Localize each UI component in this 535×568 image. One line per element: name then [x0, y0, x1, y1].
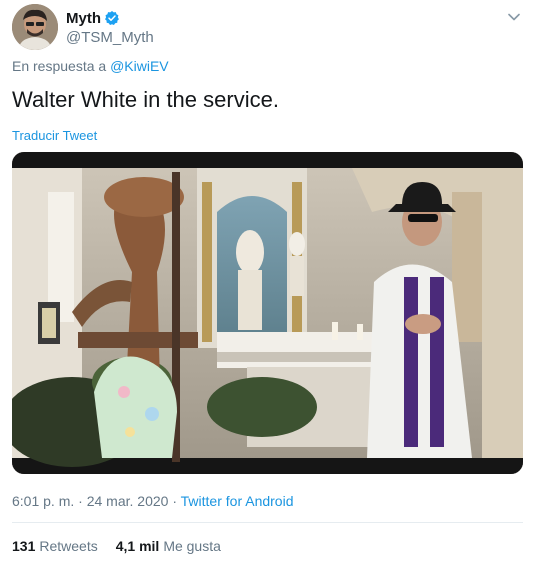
- retweets-label: Retweets: [39, 538, 98, 554]
- tweet-date[interactable]: 24 mar. 2020: [87, 493, 169, 509]
- translate-tweet-link[interactable]: Traducir Tweet: [12, 128, 97, 143]
- user-names: Myth @TSM_Myth: [66, 8, 154, 47]
- display-name[interactable]: Myth: [66, 10, 101, 27]
- avatar[interactable]: [12, 4, 58, 50]
- tweet-stats: 131 Retweets 4,1 mil Me gusta: [12, 538, 239, 554]
- video-frame: [12, 152, 523, 474]
- retweets-count: 131: [12, 538, 36, 554]
- meta-separator: ·: [78, 493, 83, 509]
- likes-count: 4,1 mil: [115, 538, 160, 554]
- tweet-header: Myth @TSM_Myth: [12, 4, 527, 52]
- likes-stat[interactable]: 4,1 mil Me gusta: [116, 538, 221, 554]
- tweet-meta: 6:01 p. m. · 24 mar. 2020 · Twitter for …: [12, 493, 293, 509]
- reply-context: En respuesta a @KiwiEV: [12, 58, 169, 74]
- reply-mention-link[interactable]: @KiwiEV: [110, 58, 169, 74]
- tweet-text: Walter White in the service.: [12, 87, 279, 112]
- tweet-source-link[interactable]: Twitter for Android: [181, 493, 294, 509]
- meta-separator: ·: [172, 493, 178, 509]
- likes-label: Me gusta: [163, 538, 221, 554]
- user-handle[interactable]: @TSM_Myth: [66, 29, 154, 46]
- divider: [12, 522, 523, 523]
- media-video[interactable]: [12, 152, 523, 474]
- reply-prefix: En respuesta a: [12, 58, 107, 74]
- chevron-down-icon[interactable]: [507, 10, 521, 24]
- avatar-image: [12, 4, 58, 50]
- tweet-time[interactable]: 6:01 p. m.: [12, 493, 74, 509]
- verified-badge-icon: [104, 10, 120, 26]
- retweets-stat[interactable]: 131 Retweets: [12, 538, 98, 554]
